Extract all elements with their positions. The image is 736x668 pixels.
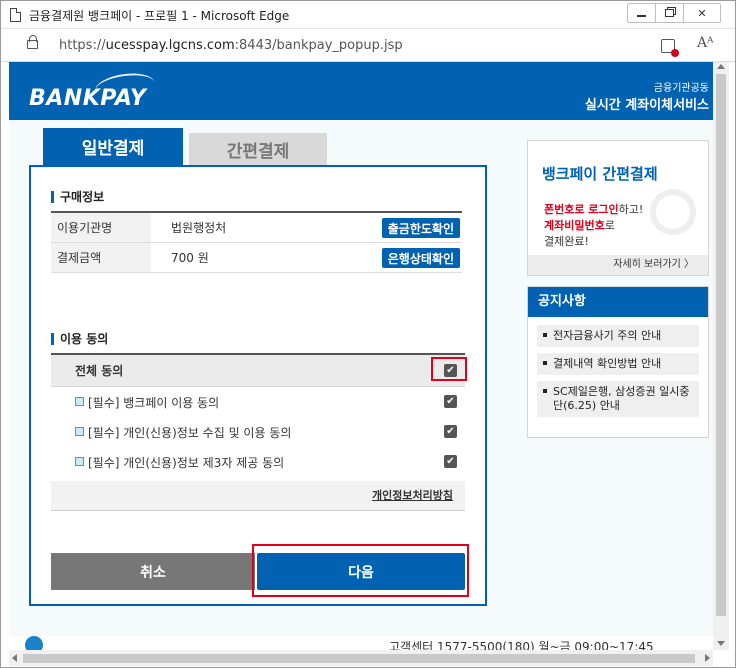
bankpay-logo: BANKPAY (29, 69, 157, 111)
scroll-right-icon[interactable] (705, 654, 710, 662)
agree-item-label: [필수] 뱅크페이 이용 동의 (88, 395, 220, 410)
promo-line-3: 결제완료! (544, 235, 589, 248)
scroll-up-icon[interactable] (717, 64, 725, 69)
close-button[interactable]: ✕ (684, 4, 720, 22)
promo-more-link[interactable]: 자세히 보러가기 〉 (528, 255, 708, 275)
logo-swoosh-icon (93, 69, 157, 105)
list-item[interactable]: [필수] 개인(신용)정보 제3자 제공 동의 ✔ (51, 447, 465, 477)
list-item[interactable]: [필수] 개인(신용)정보 수집 및 이용 동의 ✔ (51, 417, 465, 447)
footer-contact: 고객센터 1577-5500(180) 월~금 09:00~17:45 (389, 640, 654, 650)
browser-window: 금융결제원 뱅크페이 - 프로필 1 - Microsoft Edge ✕ ht… (0, 0, 736, 668)
window-title: 금융결제원 뱅크페이 - 프로필 1 - Microsoft Edge (29, 9, 290, 23)
footer-logo-icon (25, 636, 43, 650)
horizontal-scrollbar[interactable] (9, 650, 713, 666)
promo-title: 뱅크페이 간편결제 (542, 165, 658, 183)
promo-line-2-highlight: 계좌비밀번호 (544, 219, 605, 232)
footer-bar: 고객센터 1577-5500(180) 월~금 09:00~17:45 (9, 636, 713, 650)
horizontal-scroll-thumb[interactable] (23, 654, 695, 663)
table-row: 이용기관명 법원행정처 출금한도확인 (51, 213, 462, 243)
bank-status-button[interactable]: 은행상태확인 (381, 248, 460, 268)
agree-item-checkbox[interactable]: ✔ (444, 395, 457, 408)
purchase-info-table: 이용기관명 법원행정처 출금한도확인 결제금액 700 원 은행상태확인 (51, 211, 462, 273)
scroll-left-icon[interactable] (12, 654, 17, 662)
privacy-policy-link[interactable]: 개인정보처리방침 (51, 481, 465, 511)
title-bar: 금융결제원 뱅크페이 - 프로필 1 - Microsoft Edge ✕ (1, 1, 735, 29)
agree-item-label: [필수] 개인(신용)정보 수집 및 이용 동의 (88, 425, 292, 440)
payment-form-panel: 구매정보 이용기관명 법원행정처 출금한도확인 결제금액 700 원 은행상태확… (29, 165, 487, 606)
bankpay-page: BANKPAY 금융기관공동 실시간 계좌이체서비스 일반결제 간편결제 구매정… (9, 62, 713, 636)
next-button-highlight (252, 544, 469, 597)
vertical-scroll-thumb[interactable] (716, 74, 726, 616)
promo-line-2: 계좌비밀번호로 (544, 217, 615, 233)
agree-all-label: 전체 동의 (75, 364, 124, 378)
lock-icon[interactable] (27, 35, 38, 49)
tracking-prevention-icon[interactable] (661, 39, 679, 57)
amount-label: 결제금액 (51, 243, 151, 272)
header-title: 실시간 계좌이체서비스 (584, 98, 709, 113)
agree-item-label: [필수] 개인(신용)정보 제3자 제공 동의 (88, 455, 285, 470)
maximize-icon (665, 9, 674, 17)
promo-line-1: 폰번호로 로그인하고! (544, 201, 643, 217)
merchant-value: 법원행정처 (171, 221, 227, 235)
page-icon (10, 8, 21, 22)
notice-item[interactable]: 결제내역 확인방법 안내 (537, 353, 699, 375)
minimize-button[interactable] (628, 4, 656, 22)
document-icon (75, 426, 84, 436)
agreement-section-title: 이용 동의 (51, 333, 108, 345)
close-icon: ✕ (697, 6, 707, 20)
merchant-label: 이용기관명 (51, 213, 151, 242)
notice-title: 공지사항 (528, 287, 708, 317)
agreement-table: 전체 동의 ✔ [필수] 뱅크페이 이용 동의 ✔ [필수] 개인(신용)정보 … (51, 353, 467, 511)
notice-item[interactable]: 전자금융사기 주의 안내 (537, 325, 699, 347)
bankpay-header: BANKPAY 금융기관공동 실시간 계좌이체서비스 (9, 62, 713, 120)
promo-line-1-highlight: 폰번호로 로그인 (544, 203, 619, 216)
agree-all-row[interactable]: 전체 동의 ✔ (51, 355, 467, 387)
header-subtitle: 금융기관공동 (653, 83, 709, 94)
agree-all-highlight (431, 357, 467, 381)
promo-line-2-rest: 로 (604, 219, 615, 232)
document-icon (75, 456, 84, 466)
notice-panel: 공지사항 전자금융사기 주의 안내 결제내역 확인방법 안내 SC제일은행, 삼… (527, 286, 709, 438)
promo-line-1-rest: 하고! (618, 203, 644, 216)
url-path: :8443/bankpay_popup.jsp (234, 38, 403, 53)
agree-item-checkbox[interactable]: ✔ (444, 455, 457, 468)
amount-value: 700 원 (171, 251, 209, 265)
read-aloud-icon[interactable]: Aᴬ (697, 35, 713, 51)
maximize-button[interactable] (656, 4, 684, 22)
agree-item-checkbox[interactable]: ✔ (444, 425, 457, 438)
notice-item[interactable]: SC제일은행, 삼성증권 일시중단(6.25) 안내 (537, 381, 699, 417)
tab-simple-payment[interactable]: 간편결제 (189, 133, 327, 165)
list-item[interactable]: [필수] 뱅크페이 이용 동의 ✔ (51, 387, 465, 417)
simple-pay-promo[interactable]: 뱅크페이 간편결제 폰번호로 로그인하고! 계좌비밀번호로 결제완료! 자세히 … (527, 140, 709, 276)
window-controls: ✕ (627, 3, 721, 23)
withdraw-limit-button[interactable]: 출금한도확인 (381, 218, 460, 238)
cancel-button[interactable]: 취소 (51, 553, 255, 590)
tab-normal-payment[interactable]: 일반결제 (43, 128, 183, 165)
scroll-down-icon[interactable] (717, 641, 725, 646)
url-text[interactable]: https://ucesspay.lgcns.com:8443/bankpay_… (59, 38, 403, 53)
vertical-scrollbar[interactable] (713, 62, 729, 650)
table-row: 결제금액 700 원 은행상태확인 (51, 243, 462, 273)
address-bar[interactable]: https://ucesspay.lgcns.com:8443/bankpay_… (1, 30, 735, 62)
url-host: ucesspay.lgcns.com (105, 38, 235, 53)
document-icon (75, 396, 84, 406)
purchase-section-title: 구매정보 (51, 191, 104, 203)
minimize-icon (637, 14, 646, 17)
url-scheme: https:// (59, 38, 106, 53)
bankpay-emblem-icon (650, 189, 696, 235)
